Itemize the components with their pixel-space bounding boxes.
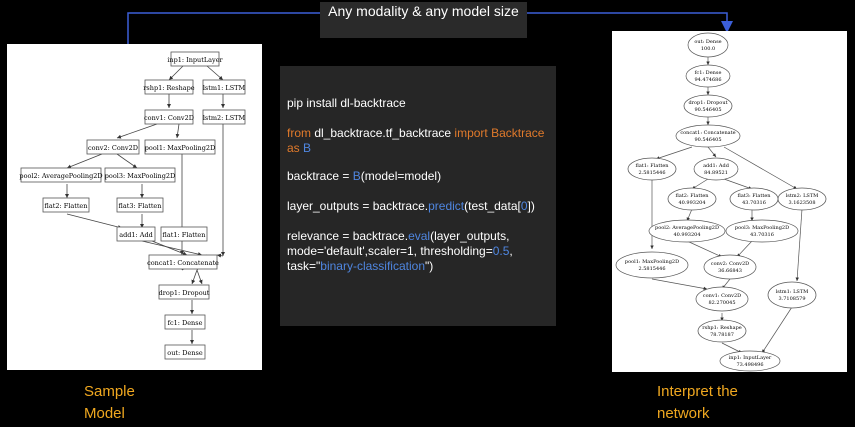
node-pool2: pool2: AveragePooling2D [19,172,102,180]
rnode-pool2-value: 40.993204 [673,232,700,238]
interpret-network-panel: out: Dense 100.0 fc1: Dense 94.474686 dr… [612,31,847,372]
rnode-lstm1-value: 3.7108579 [778,296,805,302]
node-flat1: flat1: Flatten [163,231,206,239]
node-drop1: drop1: Dropout [159,289,210,297]
rnode-pool3-name: pool3: MaxPooling2D [735,225,789,231]
node-inp1: inp1: InputLayer [167,56,223,64]
code-eval-lhs: relevance = backtrace. [287,229,409,243]
node-fc1: fc1: Dense [168,319,203,327]
rnode-drop1-value: 90.546405 [694,107,721,113]
code-line-eval: relevance = backtrace.eval(layer_outputs… [287,229,551,274]
sample-model-graph: inp1: InputLayer rshp1: Reshape lstm1: L… [19,51,246,360]
node-conv1: conv1: Conv2D [144,114,194,122]
rnode-add1-name: add1: Add [703,163,730,169]
node-concat1: concat1: Concatenate [147,259,219,267]
rnode-flat1-name: flat1: Flatten [635,163,669,169]
right-nodes: out: Dense 100.0 fc1: Dense 94.474686 dr… [615,32,827,372]
rnode-fc1-name: fc1: Dense [695,70,722,76]
code-install-text: pip install dl-backtrace [287,96,406,110]
rnode-lstm2-value: 3.1623508 [788,200,815,206]
rnode-rshp1-value: 78.78187 [710,332,734,338]
rnode-flat3-name: flat3: Flatten [737,193,771,199]
node-conv2: conv2: Conv2D [88,144,138,152]
code-alias: B [299,141,312,155]
code-class: Backtrace [487,126,545,140]
sample-model-panel: inp1: InputLayer rshp1: Reshape lstm1: L… [7,44,262,370]
modality-banner: Any modality & any model size [320,2,527,38]
node-add1: add1: Add [119,231,153,239]
interpret-network-graph: out: Dense 100.0 fc1: Dense 94.474686 dr… [615,32,827,372]
rnode-inp1-value: 73.498496 [736,362,763,368]
code-pred-lhs: layer_outputs = backtrace. [287,199,429,213]
code-pred-fn: predict [428,199,465,213]
code-kw-from: from [287,126,311,140]
code-line-predict: layer_outputs = backtrace.predict(test_d… [287,199,551,214]
sample-model-caption: Sample Model [84,381,164,425]
code-pred-idx: 0 [520,199,528,213]
code-kw-as: as [287,141,300,155]
rnode-conv2-name: conv2: Conv2D [711,261,749,267]
node-pool1: pool1: MaxPooling2D [145,144,215,152]
rnode-pool2-name: pool2: AveragePooling2D [655,225,719,231]
rnode-lstm1-name: lstm1: LSTM [776,289,809,295]
code-eval-c: ") [425,259,434,273]
code-bt-rhs: (model=model) [360,169,442,183]
code-line-install: pip install dl-backtrace [287,96,551,111]
node-pool3: pool3: MaxPooling2D [105,172,175,180]
code-bt-fn: B [352,169,361,183]
rnode-flat3-value: 43.70316 [742,200,766,206]
rnode-flat2-name: flat2: Flatten [675,193,709,199]
code-eval-fn: eval [408,229,431,243]
rnode-pool1-name: pool1: MaxPooling2D [625,259,679,265]
rnode-conv1-value: 82.270045 [708,300,735,306]
code-line-import: from dl_backtrace.tf_backtrace import Ba… [287,126,551,156]
node-lstm2: lstm2: LSTM [203,114,246,122]
rnode-inp1-name: inp1: InputLayer [729,355,772,361]
rnode-fc1-value: 94.474686 [694,77,721,83]
code-pred-a: (test_data[ [464,199,521,213]
rnode-concat1-value: 90.546405 [694,137,721,143]
rnode-pool1-value: 2.5815446 [638,266,665,272]
rnode-drop1-name: drop1: Dropout [688,100,727,106]
code-bt-lhs: backtrace = [287,169,353,183]
rnode-concat1-name: concat1: Concatenate [680,130,735,136]
code-snippet-panel: pip install dl-backtrace from dl_backtra… [280,66,556,326]
node-flat2: flat2: Flatten [45,202,88,210]
rnode-out-name: out: Dense [694,39,721,45]
node-rshp1: rshp1: Reshape [143,84,194,92]
rnode-out-value: 100.0 [701,46,715,52]
code-pred-b: ]) [527,199,535,213]
rnode-pool3-value: 43.70316 [750,232,774,238]
node-flat3: flat3: Flatten [119,202,162,210]
banner-text: Any modality & any model size [328,3,519,19]
node-lstm1: lstm1: LSTM [203,84,246,92]
left-nodes: inp1: InputLayer rshp1: Reshape lstm1: L… [19,51,246,360]
interpret-network-caption-text: Interpret the network [657,383,738,422]
rnode-flat2-value: 40.993204 [678,200,705,206]
code-line-backtrace: backtrace = B(model=model) [287,169,551,184]
rnode-add1-value: 84.89521 [704,170,728,176]
code-eval-str: binary-classification [320,259,425,273]
rnode-lstm2-name: lstm2: LSTM [786,193,819,199]
rnode-flat1-value: 2.5815446 [638,170,665,176]
rnode-rshp1-name: rshp1: Reshape [702,325,742,331]
code-eval-num: 0.5 [492,244,510,258]
interpret-network-caption: Interpret the network [657,381,767,425]
node-out: out: Dense [167,349,203,357]
sample-model-caption-text: Sample Model [84,383,135,422]
rnode-conv1-name: conv1: Conv2D [703,293,741,299]
code-kw-import: import [454,126,488,140]
code-module: dl_backtrace.tf_backtrace [311,126,455,140]
rnode-conv2-value: 36.66843 [718,268,742,274]
